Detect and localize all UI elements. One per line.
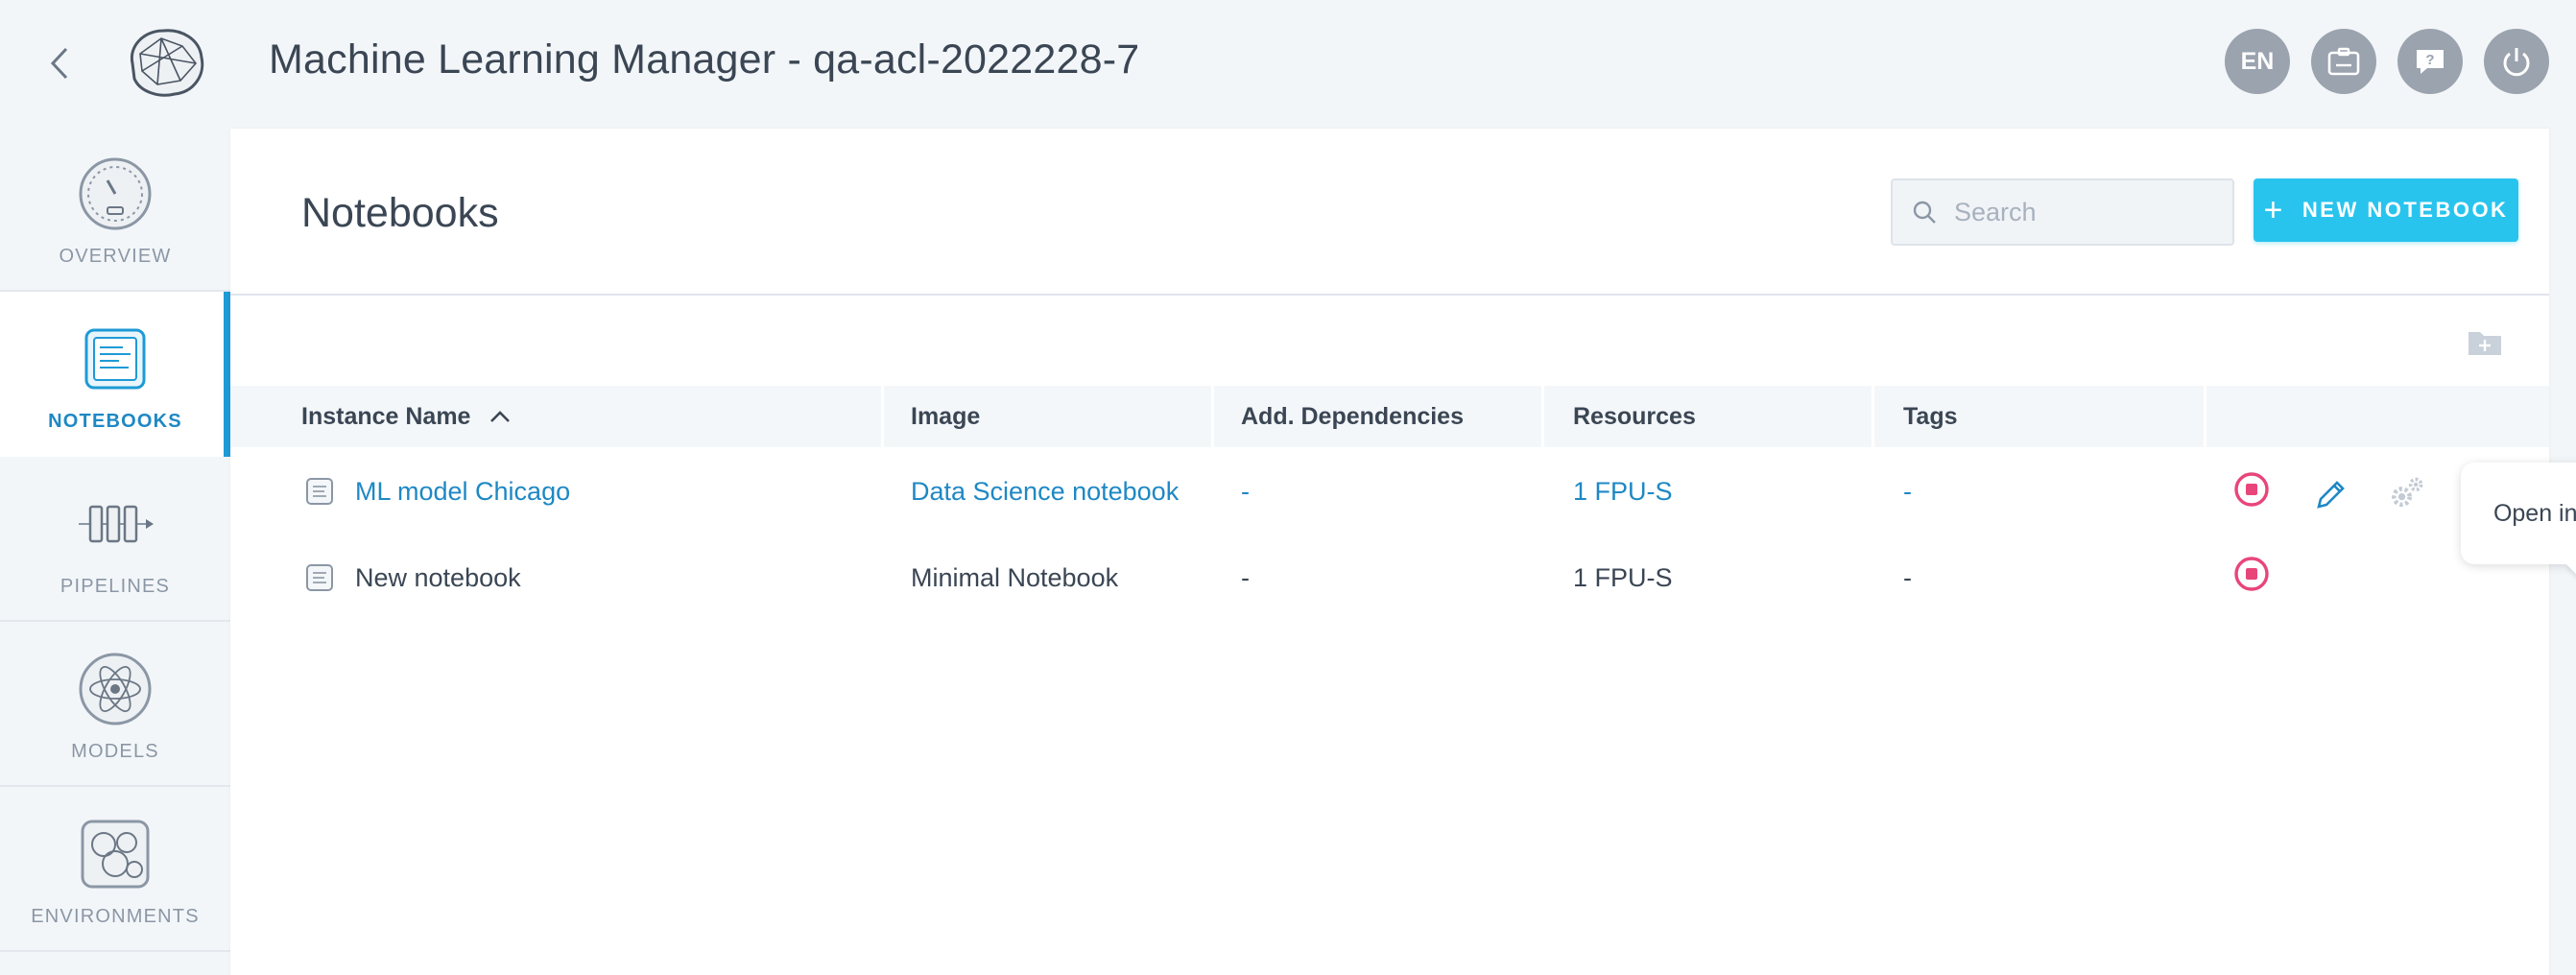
resources-value: 1 FPU-S <box>1573 562 1673 592</box>
notebook-file-icon <box>306 478 333 505</box>
app-title: Machine Learning Manager - qa-acl-202222… <box>269 36 1140 83</box>
tooltip-text: Open in new tab <box>2493 499 2576 527</box>
sidebar-item-notebooks[interactable]: NOTEBOOKS <box>0 292 230 457</box>
page-title: Notebooks <box>301 190 499 236</box>
column-separator <box>2204 386 2206 447</box>
tags-value[interactable]: - <box>1903 449 1912 534</box>
language-label: EN <box>2240 47 2275 75</box>
sidebar-item-label: PIPELINES <box>60 576 171 597</box>
edit-pencil-icon[interactable] <box>2311 476 2349 514</box>
sidebar-nav: OVERVIEW NOTEBOOKS PIPELINES MODELS ENVI… <box>0 127 230 975</box>
column-tags[interactable]: Tags <box>1903 386 1958 447</box>
stop-instance-icon[interactable] <box>2232 555 2271 593</box>
column-separator <box>881 386 884 447</box>
dependencies-value[interactable]: - <box>1241 449 1250 534</box>
notebooks-panel: Notebooks + NEW NOTEBOOK Instance Name I… <box>230 129 2576 975</box>
sidebar-item-models[interactable]: MODELS <box>0 622 230 787</box>
column-instance-name[interactable]: Instance Name <box>301 386 511 447</box>
sidebar-item-pipelines[interactable]: PIPELINES <box>0 457 230 622</box>
search-box[interactable] <box>1891 178 2234 246</box>
search-input[interactable] <box>1954 197 2223 227</box>
id-card-icon <box>2327 47 2360 76</box>
sidebar-item-label: NOTEBOOKS <box>48 411 182 432</box>
pipeline-icon <box>79 505 154 543</box>
brain-logo-icon <box>130 29 204 97</box>
notebook-icon <box>84 328 146 390</box>
logout-button[interactable] <box>2484 29 2549 94</box>
sidebar-item-overview[interactable]: OVERVIEW <box>0 127 230 292</box>
table-row[interactable]: ML model Chicago Data Science notebook -… <box>230 449 2549 534</box>
gauge-icon <box>79 157 152 230</box>
sidebar-item-label: OVERVIEW <box>59 246 172 267</box>
column-label: Image <box>911 402 981 430</box>
column-label: Add. Dependencies <box>1241 402 1464 430</box>
new-notebook-button[interactable]: + NEW NOTEBOOK <box>2254 178 2518 242</box>
environment-icon <box>81 820 150 889</box>
resources-value[interactable]: 1 FPU-S <box>1573 449 1673 534</box>
atom-icon <box>79 653 152 725</box>
help-chat-icon: ? <box>2417 50 2444 74</box>
column-label: Tags <box>1903 402 1958 430</box>
column-separator <box>1541 386 1544 447</box>
chevron-left-icon <box>50 47 68 80</box>
help-button[interactable]: ? <box>2397 29 2463 94</box>
header-actions: EN ? <box>2225 29 2549 94</box>
top-bar: Machine Learning Manager - qa-acl-202222… <box>0 0 2576 127</box>
profile-button[interactable] <box>2311 29 2376 94</box>
svg-text:?: ? <box>2425 52 2434 68</box>
column-separator <box>1872 386 1874 447</box>
notebook-file-icon <box>306 564 333 591</box>
back-button[interactable] <box>42 42 77 84</box>
image-value: Minimal Notebook <box>911 562 1119 592</box>
table-row[interactable]: New notebook Minimal Notebook - 1 FPU-S … <box>230 535 2549 620</box>
plus-icon: + <box>2263 192 2285 228</box>
new-notebook-label: NEW NOTEBOOK <box>2302 198 2509 222</box>
settings-gears-icon[interactable] <box>2388 474 2426 512</box>
column-resources[interactable]: Resources <box>1573 386 1696 447</box>
column-label: Resources <box>1573 402 1696 430</box>
sidebar-item-label: MODELS <box>71 741 159 762</box>
sidebar-item-environments[interactable]: ENVIRONMENTS <box>0 787 230 952</box>
column-separator <box>1211 386 1214 447</box>
image-link[interactable]: Data Science notebook <box>911 449 1179 534</box>
instance-name: ML model Chicago <box>355 476 571 506</box>
language-button[interactable]: EN <box>2225 29 2290 94</box>
dependencies-value: - <box>1241 562 1250 592</box>
tags-value: - <box>1903 562 1912 592</box>
instance-name-link[interactable]: ML model Chicago <box>305 449 570 534</box>
power-icon <box>2503 48 2530 77</box>
open-in-new-tab-tooltip: Open in new tab <box>2461 463 2576 564</box>
divider <box>230 294 2549 296</box>
instance-name: New notebook <box>355 562 521 592</box>
column-image[interactable]: Image <box>911 386 980 447</box>
instance-name-cell: New notebook <box>305 535 521 620</box>
sidebar-item-label: ENVIRONMENTS <box>31 906 200 927</box>
column-label: Instance Name <box>301 402 471 430</box>
column-dependencies[interactable]: Add. Dependencies <box>1241 386 1464 447</box>
sort-ascending-icon[interactable] <box>489 410 511 423</box>
table-header: Instance Name Image Add. Dependencies Re… <box>230 386 2549 447</box>
folder-add-icon[interactable] <box>2467 328 2503 357</box>
stop-instance-icon[interactable] <box>2232 470 2271 509</box>
search-icon <box>1913 201 1936 224</box>
